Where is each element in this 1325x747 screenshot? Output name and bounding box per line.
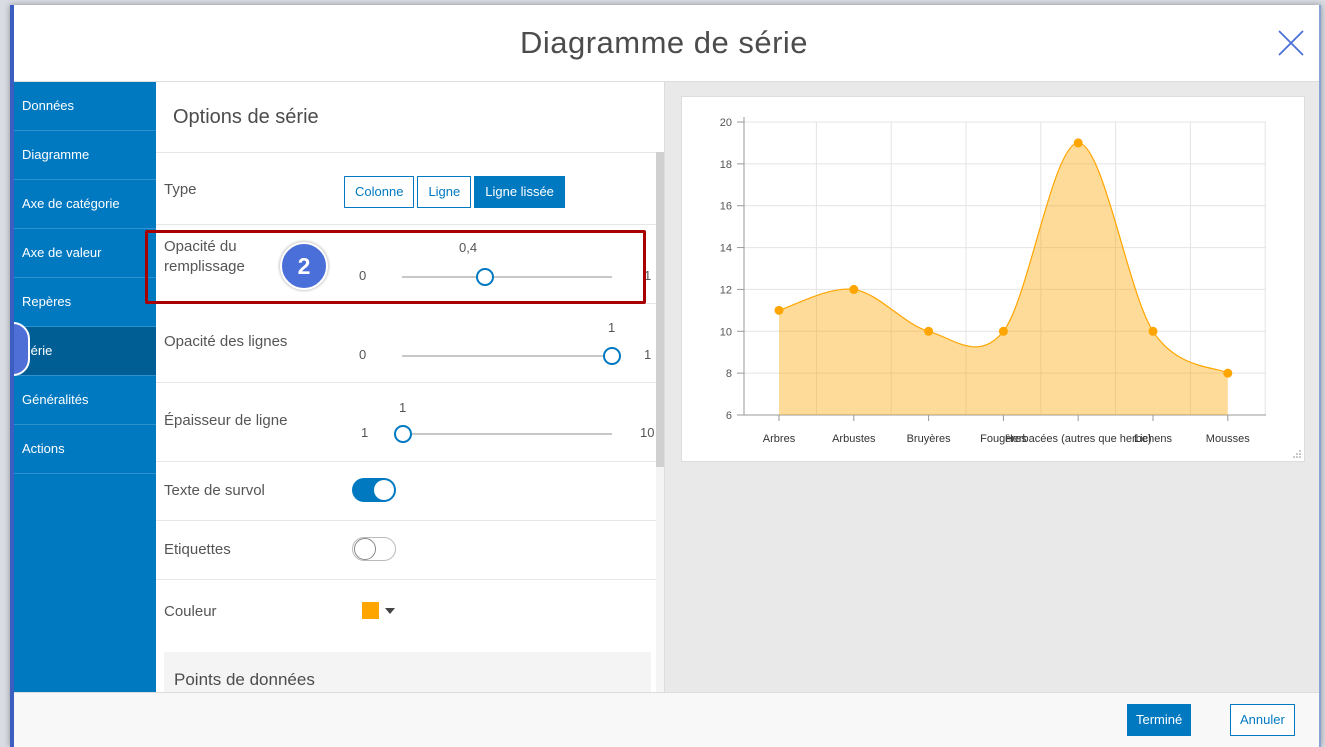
data-point: [849, 284, 859, 294]
labels-row: Etiquettes: [156, 521, 656, 580]
line-opacity-row: Opacité des lignes 1 0 1: [156, 304, 656, 383]
toggle-knob: [374, 480, 394, 500]
step-marker-partial: [14, 322, 30, 376]
type-segmented-control: Colonne Ligne Ligne lissée: [344, 176, 568, 208]
type-option-colonne[interactable]: Colonne: [344, 176, 415, 208]
y-tick-label: 6: [726, 410, 732, 422]
y-tick-label: 10: [720, 326, 732, 338]
series-chart-dialog: Diagramme de série Données Diagramme Axe…: [10, 5, 1321, 747]
sidebar-item-diagramme[interactable]: Diagramme: [14, 131, 156, 180]
step-badge: 2: [280, 242, 328, 290]
y-tick-label: 18: [720, 159, 732, 171]
line-opacity-min: 0: [359, 347, 367, 362]
dialog-footer: Terminé Annuler: [14, 692, 1319, 747]
line-width-value: 1: [399, 400, 407, 415]
options-header: Options de série: [173, 106, 319, 128]
data-point: [1073, 138, 1083, 148]
line-width-max: 10: [640, 425, 655, 440]
line-width-row: Épaisseur de ligne 1 1 10: [156, 383, 656, 462]
x-tick-label: Lichens: [1134, 433, 1172, 445]
series-area: [779, 142, 1228, 415]
line-width-slider-thumb[interactable]: [394, 425, 412, 443]
line-opacity-track[interactable]: [402, 355, 607, 357]
sidebar-item-actions[interactable]: Actions: [14, 425, 156, 474]
highlight-box: [145, 230, 646, 304]
line-width-track[interactable]: [412, 433, 612, 435]
line-width-label: Épaisseur de ligne: [164, 412, 288, 429]
series-chart: 68101214161820Arbres Arbustes Bruyères Foug…: [720, 117, 1266, 445]
x-tick-label: Bruyères: [907, 433, 952, 445]
line-opacity-slider-thumb[interactable]: [603, 347, 621, 365]
type-option-ligne-lissee[interactable]: Ligne lissée: [474, 176, 565, 208]
sidebar-item-serie[interactable]: Série: [14, 327, 156, 376]
hover-text-toggle[interactable]: [352, 478, 396, 502]
close-icon[interactable]: [1275, 27, 1307, 59]
data-point: [924, 326, 934, 336]
hover-text-row: Texte de survol: [156, 462, 656, 521]
line-width-min: 1: [361, 425, 369, 440]
y-tick-label: 16: [720, 201, 732, 213]
type-option-ligne[interactable]: Ligne: [417, 176, 472, 208]
x-tick-label: Arbustes: [832, 433, 876, 445]
done-button[interactable]: Terminé: [1127, 704, 1192, 736]
data-point: [774, 305, 784, 315]
toggle-knob: [354, 538, 376, 560]
dialog-title: Diagramme de série: [519, 25, 809, 60]
data-points-title: Points de données: [174, 670, 315, 689]
data-point: [1148, 326, 1158, 336]
type-row: Type Colonne Ligne Ligne lissée: [156, 152, 656, 225]
line-opacity-max: 1: [644, 347, 652, 362]
y-tick-label: 12: [720, 284, 732, 296]
resize-grip-icon[interactable]: [1293, 450, 1301, 458]
cancel-button[interactable]: Annuler: [1230, 704, 1295, 736]
labels-label: Etiquettes: [164, 541, 231, 558]
chart-preview-card: 6 8 10 12 14 16 18 20 Arbres Arbustes Bruyères Foug…: [681, 96, 1305, 462]
sidebar-item-donnees[interactable]: Données: [14, 82, 156, 131]
sidebar-item-axe-valeur[interactable]: Axe de valeur: [14, 229, 156, 278]
chart-preview-pane: 6 8 10 12 14 16 18 20 Arbres Arbustes Bruyères Foug…: [665, 82, 1319, 692]
y-tick-label: 20: [720, 117, 732, 129]
series-options-panel: Options de série Type Colonne Ligne Lign…: [156, 82, 665, 692]
hover-text-label: Texte de survol: [164, 482, 265, 499]
color-row: Couleur: [156, 580, 656, 642]
chevron-down-icon[interactable]: [385, 608, 395, 614]
sidebar-item-generalites[interactable]: Généralités: [14, 376, 156, 425]
labels-toggle[interactable]: [352, 537, 396, 561]
sidebar-item-reperes[interactable]: Repères: [14, 278, 156, 327]
line-opacity-label: Opacité des lignes: [164, 333, 288, 350]
data-points-section[interactable]: Points de données: [164, 652, 651, 692]
data-point: [1223, 368, 1233, 378]
scrollbar-thumb[interactable]: [656, 152, 664, 467]
x-tick-label: Herbacées (autres que herbe): [1005, 433, 1152, 445]
line-opacity-value: 1: [608, 320, 616, 335]
data-point: [998, 326, 1008, 336]
color-swatch[interactable]: [362, 602, 379, 619]
color-label: Couleur: [164, 603, 217, 620]
y-tick-label: 14: [720, 243, 732, 255]
dialog-titlebar: Diagramme de série: [14, 5, 1319, 82]
x-tick-label: Mousses: [1206, 433, 1251, 445]
y-tick-label: 8: [726, 368, 732, 380]
x-tick-label: Arbres: [763, 433, 796, 445]
settings-sidebar: Données Diagramme Axe de catégorie Axe d…: [14, 82, 156, 692]
type-label: Type: [164, 181, 197, 198]
sidebar-item-axe-categorie[interactable]: Axe de catégorie: [14, 180, 156, 229]
